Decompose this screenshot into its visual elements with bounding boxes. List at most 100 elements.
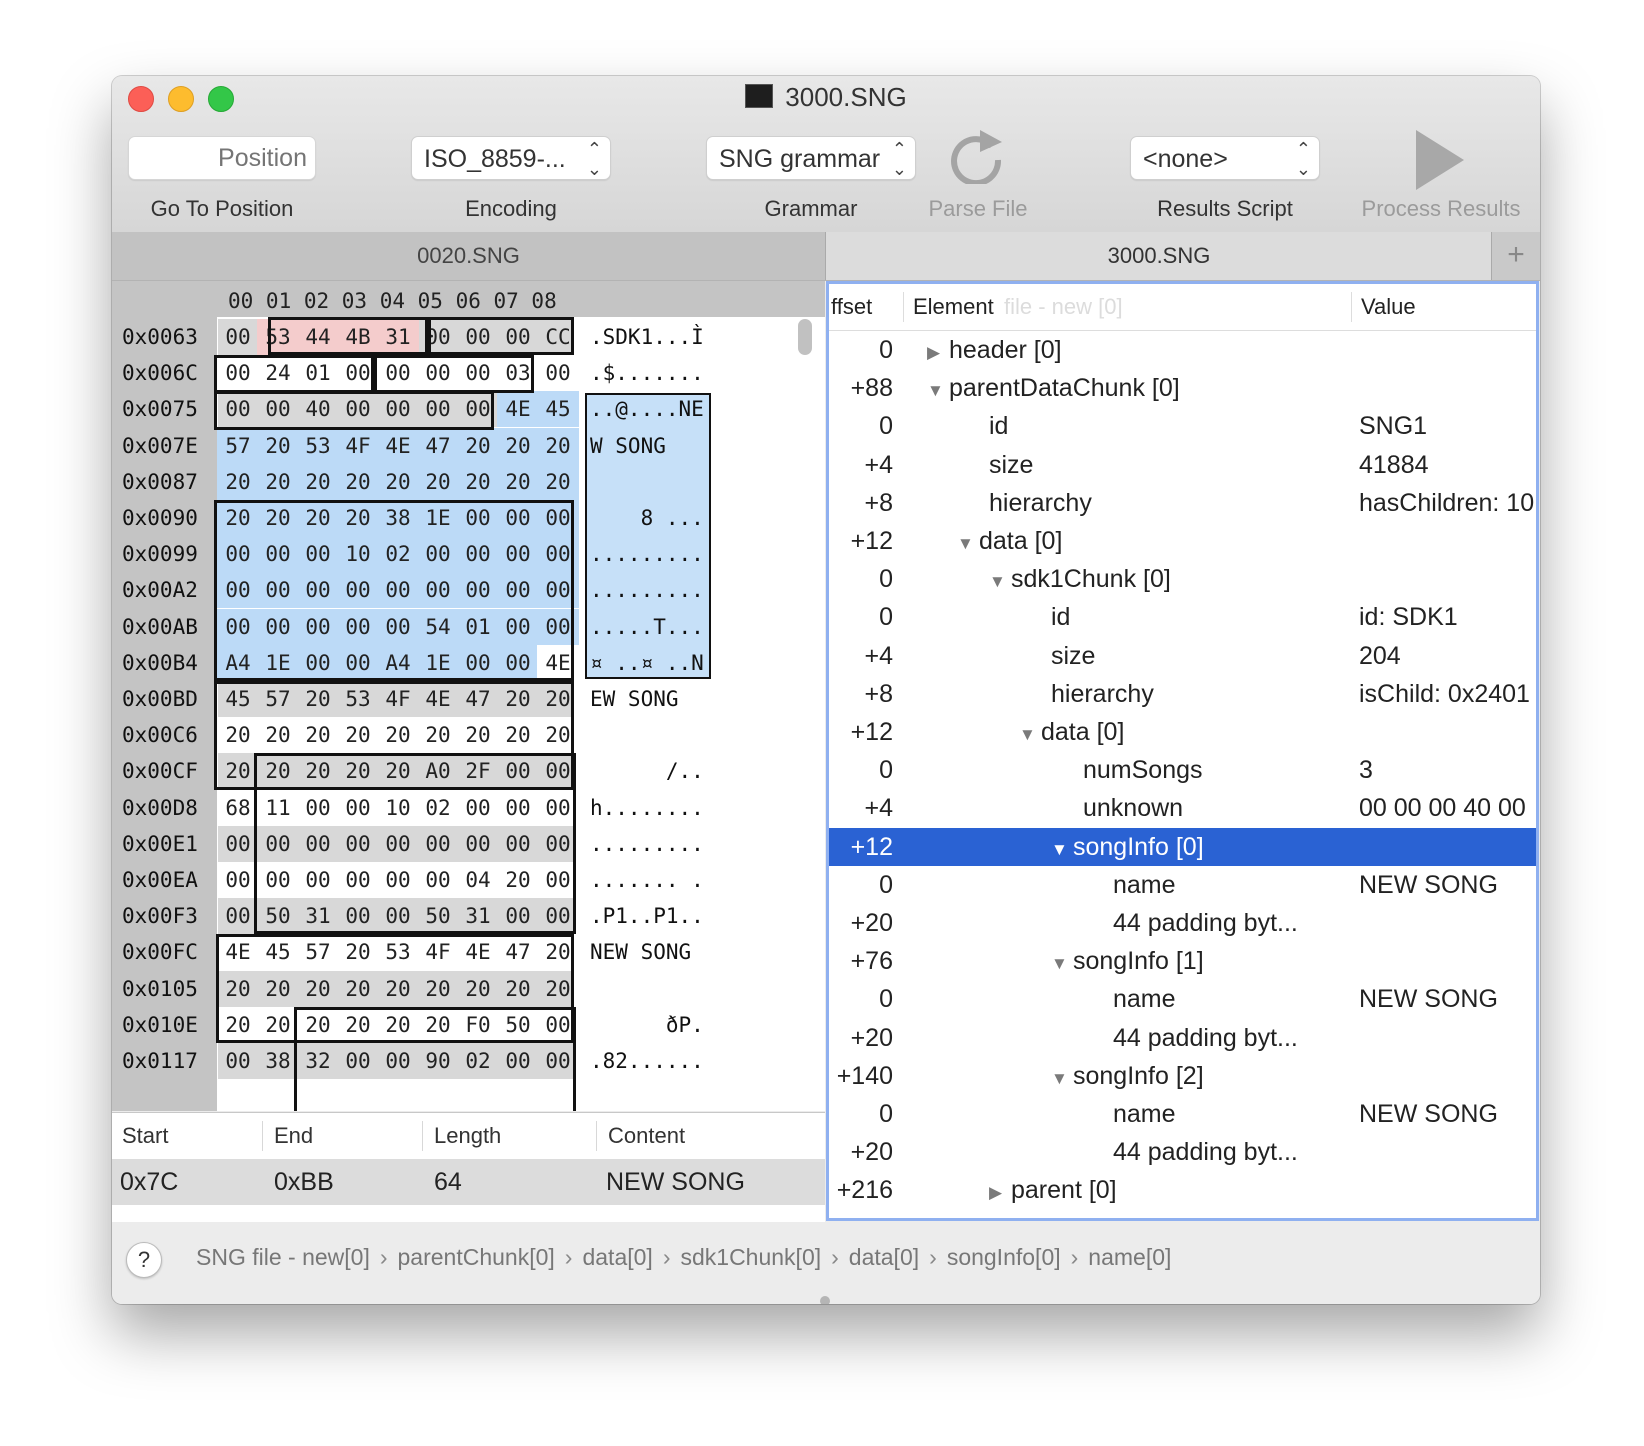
disclosure-open-icon[interactable]: ▼ — [1051, 831, 1069, 869]
hex-byte[interactable]: 20 — [537, 971, 579, 1007]
hex-byte[interactable]: 53 — [297, 427, 339, 464]
ascii-text[interactable]: .SDK1...Ì — [590, 319, 704, 355]
breadcrumb-item[interactable]: sdk1Chunk[0] — [680, 1244, 821, 1270]
hex-byte[interactable]: 00 — [337, 898, 379, 934]
hex-byte[interactable]: 20 — [257, 500, 299, 536]
hex-byte[interactable]: 00 — [457, 319, 499, 355]
hex-byte[interactable]: 20 — [377, 753, 419, 789]
hex-scrollbar[interactable] — [798, 319, 812, 355]
hex-byte[interactable]: 47 — [457, 681, 499, 717]
hex-byte[interactable]: 20 — [537, 427, 579, 464]
hex-byte[interactable]: 20 — [497, 862, 539, 898]
hex-byte[interactable]: 31 — [297, 898, 339, 934]
tree-row[interactable]: +20 44 padding byt... — [829, 904, 1536, 942]
hex-byte[interactable]: 00 — [337, 391, 379, 427]
hex-byte[interactable]: 50 — [257, 898, 299, 934]
hex-byte[interactable]: 20 — [257, 753, 299, 789]
hex-byte[interactable]: 20 — [537, 717, 579, 753]
hex-byte[interactable]: 20 — [297, 1007, 339, 1043]
hex-byte[interactable]: 00 — [217, 608, 259, 645]
hex-row[interactable]: 0x00C6 20 20 20 20 20 20 20 20 20 — [112, 717, 825, 753]
hex-byte[interactable]: 20 — [497, 427, 539, 464]
hex-byte[interactable]: 20 — [297, 753, 339, 789]
hex-row[interactable]: 0x00EA 00 00 00 00 00 00 04 20 00....... . — [112, 862, 825, 898]
tree-row[interactable]: +4 size 41884 — [829, 446, 1536, 484]
resize-handle[interactable] — [820, 1296, 830, 1304]
hex-byte[interactable]: 02 — [457, 1043, 499, 1079]
encoding-select[interactable]: ISO_8859-... ⌃ ⌄ — [411, 136, 611, 180]
hex-byte[interactable]: 20 — [297, 971, 339, 1007]
hex-byte[interactable]: 00 — [297, 644, 339, 681]
hex-byte[interactable]: 00 — [217, 898, 259, 934]
ascii-text[interactable]: ¤ ..¤ ..N — [590, 645, 704, 681]
column-content[interactable]: Content — [608, 1113, 685, 1159]
hex-row[interactable]: 0x0117 00 38 32 00 00 90 02 00 00.82...... — [112, 1043, 825, 1079]
hex-byte[interactable]: 00 — [337, 1043, 379, 1079]
hex-byte[interactable]: 20 — [417, 717, 459, 753]
hex-byte[interactable]: 53 — [377, 934, 419, 970]
hex-byte[interactable]: 38 — [377, 500, 419, 536]
hex-row[interactable]: 0x00F3 00 50 31 00 00 50 31 00 00 .P1..P1.. — [112, 898, 825, 935]
hex-byte[interactable]: 00 — [417, 862, 459, 898]
hex-byte[interactable]: 00 — [377, 572, 419, 609]
hex-byte[interactable]: 00 — [297, 572, 339, 609]
hex-byte[interactable]: 00 — [497, 608, 539, 645]
tree-row[interactable]: +12 ▼ data [0] — [829, 713, 1536, 751]
disclosure-open-icon[interactable]: ▼ — [1051, 1060, 1069, 1098]
hex-byte[interactable]: 4E — [497, 391, 539, 428]
hex-byte[interactable]: 44 — [297, 319, 339, 355]
hex-byte[interactable]: 10 — [337, 536, 379, 573]
hex-byte[interactable]: 20 — [297, 717, 339, 753]
ascii-text[interactable]: 8 ... — [590, 500, 704, 536]
results-script-select[interactable]: <none> ⌃ ⌄ — [1130, 136, 1320, 180]
hex-byte[interactable]: 24 — [257, 355, 299, 392]
hex-byte[interactable]: 57 — [297, 934, 339, 970]
hex-byte[interactable]: 03 — [497, 355, 539, 392]
hex-byte[interactable]: 00 — [457, 391, 499, 427]
hex-byte[interactable]: 00 — [457, 500, 499, 536]
hex-byte[interactable]: 20 — [257, 427, 299, 464]
hex-row[interactable]: 0x0099 00 00 00 10 02 00 00 00 00......... — [112, 536, 825, 573]
hex-byte[interactable]: 20 — [337, 500, 379, 536]
disclosure-closed-icon[interactable]: ▶ — [989, 1174, 1007, 1212]
hex-byte[interactable]: 01 — [457, 608, 499, 645]
ascii-text[interactable]: EW SONG — [590, 681, 704, 717]
hex-byte[interactable]: 31 — [377, 319, 419, 355]
hex-byte[interactable]: 20 — [377, 1007, 419, 1043]
hex-row[interactable]: 0x0087 20 20 20 20 20 20 20 20 20 — [112, 463, 825, 500]
hex-byte[interactable]: 45 — [257, 934, 299, 970]
disclosure-open-icon[interactable]: ▼ — [1051, 945, 1069, 983]
tree-row[interactable]: 0 numSongs 3 — [829, 751, 1536, 789]
disclosure-open-icon[interactable]: ▼ — [989, 563, 1007, 601]
hex-byte[interactable]: 20 — [537, 463, 579, 500]
tree-row[interactable]: +8 hierarchy isChild: 0x2401 — [829, 675, 1536, 713]
hex-byte[interactable]: 20 — [497, 463, 539, 500]
hex-byte[interactable]: 00 — [217, 355, 259, 392]
hex-byte[interactable]: 20 — [337, 753, 379, 789]
hex-byte[interactable]: 4E — [217, 934, 259, 970]
hex-byte[interactable]: 00 — [217, 391, 259, 427]
hex-byte[interactable]: 00 — [337, 608, 379, 645]
column-offset[interactable]: ffset — [831, 284, 872, 330]
hex-byte[interactable]: 00 — [257, 826, 299, 862]
ascii-text[interactable]: ......... — [590, 572, 704, 608]
hex-byte[interactable]: 00 — [537, 500, 579, 536]
hex-byte[interactable]: A0 — [417, 753, 459, 789]
hex-byte[interactable]: 31 — [457, 898, 499, 934]
hex-byte[interactable]: 02 — [417, 790, 459, 826]
hex-byte[interactable]: 00 — [377, 826, 419, 862]
column-value[interactable]: Value — [1361, 284, 1416, 330]
hex-byte[interactable]: 00 — [497, 826, 539, 862]
ascii-text[interactable]: .82...... — [590, 1043, 704, 1079]
breadcrumb-item[interactable]: parentChunk[0] — [398, 1244, 555, 1270]
tree-row[interactable]: +76 ▼ songInfo [1] — [829, 942, 1536, 980]
hex-byte[interactable]: 20 — [217, 971, 259, 1007]
hex-byte[interactable]: 00 — [457, 644, 499, 681]
hex-byte[interactable]: 00 — [537, 608, 579, 645]
hex-byte[interactable]: 00 — [257, 572, 299, 609]
hex-byte[interactable]: 00 — [337, 572, 379, 609]
hex-byte[interactable]: 00 — [377, 355, 419, 392]
hex-byte[interactable]: 00 — [297, 862, 339, 898]
ascii-text[interactable]: h........ — [590, 790, 704, 826]
tab-3000-sng[interactable]: 3000.SNG — [826, 232, 1492, 280]
